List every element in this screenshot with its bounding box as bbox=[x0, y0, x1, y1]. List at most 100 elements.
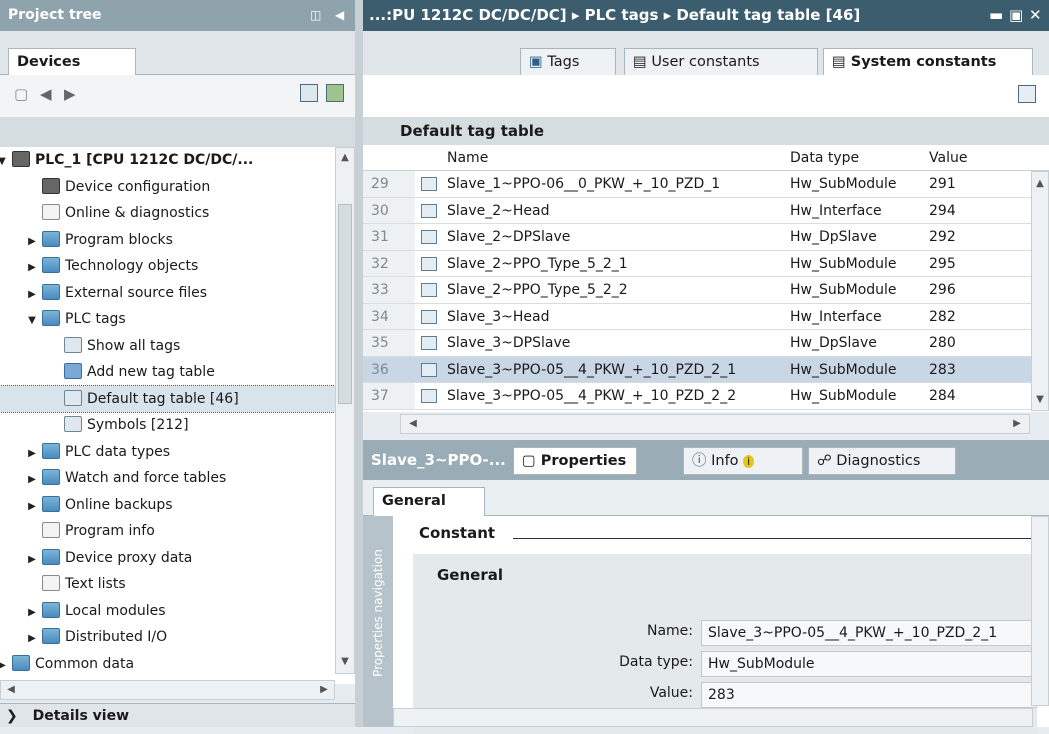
collapsed-arrow-icon[interactable]: ▶ bbox=[26, 467, 38, 493]
overview-icon[interactable] bbox=[300, 84, 318, 102]
pin-icon[interactable]: ◫ bbox=[310, 0, 321, 31]
table-scroll-right-icon[interactable]: ▶ bbox=[1009, 416, 1025, 432]
constant-icon bbox=[421, 309, 437, 324]
options-icon[interactable] bbox=[1018, 85, 1036, 103]
table-scroll-up-icon[interactable]: ▲ bbox=[1032, 176, 1048, 192]
tree-item[interactable]: ▶ Technology objects bbox=[0, 253, 335, 279]
tab-info[interactable]: ⓘ Info i bbox=[683, 447, 803, 475]
tree-item[interactable]: Symbols [212] bbox=[0, 412, 335, 438]
tab-user-constants[interactable]: ▤ User constants bbox=[624, 48, 818, 76]
tree-item[interactable]: ▶ Local modules bbox=[0, 598, 335, 624]
table-row[interactable]: 30 Slave_2~Head Hw_Interface 294 bbox=[363, 197, 1043, 224]
table-scroll-down-icon[interactable]: ▼ bbox=[1032, 392, 1048, 408]
scroll-up-icon[interactable]: ▲ bbox=[337, 150, 353, 166]
editor-tabs: ▣ Tags ▤ User constants ▤ System constan… bbox=[363, 31, 1049, 76]
header-value[interactable]: Value bbox=[929, 145, 967, 170]
tree-item[interactable]: ▶ Common data bbox=[0, 651, 335, 677]
properties-navigation-bar[interactable]: Properties navigation bbox=[363, 516, 393, 727]
constant-icon bbox=[421, 203, 437, 218]
minimize-icon[interactable]: ▬ bbox=[989, 0, 1003, 31]
tab-general[interactable]: General bbox=[373, 487, 485, 517]
folder-icon bbox=[42, 230, 60, 247]
collapsed-arrow-icon[interactable]: ▶ bbox=[0, 653, 8, 679]
new-icon[interactable]: ▢ bbox=[14, 85, 28, 103]
table-row[interactable]: 35 Slave_3~DPSlave Hw_DpSlave 280 bbox=[363, 330, 1043, 357]
value-field[interactable]: 283 bbox=[701, 682, 1037, 708]
collapsed-arrow-icon[interactable]: ▶ bbox=[26, 626, 38, 652]
name-field[interactable]: Slave_3~PPO-05__4_PKW_+_10_PZD_2_1 bbox=[701, 620, 1037, 646]
tree-horizontal-scrollbar[interactable]: ◀ ▶ bbox=[0, 680, 335, 700]
table-row[interactable]: 29 Slave_1~PPO-06__0_PKW_+_10_PZD_1 Hw_Sub… bbox=[363, 171, 1043, 198]
collapsed-arrow-icon[interactable]: ▶ bbox=[26, 547, 38, 573]
forward-icon[interactable]: ▶ bbox=[64, 85, 76, 103]
table-scroll-left-icon[interactable]: ◀ bbox=[405, 416, 421, 432]
table-row[interactable]: 32 Slave_2~PPO_Type_5_2_1 Hw_SubModule 295 bbox=[363, 250, 1043, 277]
tab-system-constants[interactable]: ▤ System constants bbox=[823, 48, 1033, 76]
data-type-field[interactable]: Hw_SubModule bbox=[701, 651, 1037, 677]
scroll-left-icon[interactable]: ◀ bbox=[3, 682, 19, 698]
expanded-arrow-icon[interactable]: ▼ bbox=[26, 308, 38, 334]
collapsed-arrow-icon[interactable]: ▶ bbox=[26, 600, 38, 626]
header-data-type[interactable]: Data type bbox=[790, 145, 859, 170]
tree-item[interactable]: ▶ Distributed I/O bbox=[0, 624, 335, 650]
back-icon[interactable]: ◀ bbox=[40, 85, 52, 103]
tag-data-type: Hw_DpSlave bbox=[790, 335, 877, 351]
tree-item[interactable]: ▶ Device proxy data bbox=[0, 545, 335, 571]
tab-diagnostics[interactable]: ☍ Diagnostics bbox=[808, 447, 956, 475]
expanded-arrow-icon[interactable]: ▼ bbox=[0, 149, 8, 175]
tree-item[interactable]: Device configuration bbox=[0, 174, 335, 200]
tree-vertical-scrollbar[interactable]: ▲ ▼ bbox=[335, 147, 355, 674]
tree-item[interactable]: Default tag table [46] bbox=[0, 384, 336, 413]
table-row[interactable]: 33 Slave_2~PPO_Type_5_2_2 Hw_SubModule 296 bbox=[363, 277, 1043, 304]
table-horizontal-scrollbar[interactable]: ◀ ▶ bbox=[400, 414, 1030, 434]
table-row[interactable]: 37 Slave_3~PPO-05__4_PKW_+_10_PZD_2_2 Hw_S… bbox=[363, 383, 1043, 410]
collapsed-arrow-icon[interactable]: ▶ bbox=[26, 255, 38, 281]
tree-item-label: PLC_1 [CPU 1212C DC/DC/... bbox=[35, 152, 254, 168]
scroll-thumb[interactable] bbox=[338, 204, 352, 404]
tab-tags[interactable]: ▣ Tags bbox=[520, 48, 616, 76]
tree-item[interactable]: ▶ Watch and force tables bbox=[0, 465, 335, 491]
tree-item[interactable]: Program info bbox=[0, 518, 335, 544]
table-row[interactable]: 36 Slave_3~PPO-05__4_PKW_+_10_PZD_2_1 Hw_S… bbox=[363, 356, 1043, 383]
table-row[interactable]: 31 Slave_2~DPSlave Hw_DpSlave 292 bbox=[363, 224, 1043, 251]
left-spacer bbox=[0, 117, 355, 147]
header-name[interactable]: Name bbox=[447, 145, 488, 170]
properties-horizontal-scrollbar[interactable] bbox=[393, 708, 1033, 727]
tree-item[interactable]: ▼ PLC_1 [CPU 1212C DC/DC/... bbox=[0, 147, 335, 173]
cpu-icon bbox=[12, 151, 30, 167]
tree-item[interactable]: ▶ PLC data types bbox=[0, 439, 335, 465]
properties-vertical-scrollbar[interactable] bbox=[1031, 516, 1049, 706]
collapse-left-icon[interactable]: ◀ bbox=[335, 0, 344, 31]
collapsed-arrow-icon[interactable]: ▶ bbox=[26, 229, 38, 255]
close-icon[interactable]: ✕ bbox=[1029, 0, 1042, 31]
section-divider bbox=[513, 538, 1033, 539]
tree-item[interactable]: Online & diagnostics bbox=[0, 200, 335, 226]
collapsed-arrow-icon[interactable]: ▶ bbox=[26, 282, 38, 308]
tree-item[interactable]: Text lists bbox=[0, 571, 335, 597]
tree-item[interactable]: Show all tags bbox=[0, 333, 335, 359]
scroll-down-icon[interactable]: ▼ bbox=[337, 654, 353, 670]
scroll-right-icon[interactable]: ▶ bbox=[316, 682, 332, 698]
collapsed-arrow-icon[interactable]: ▶ bbox=[26, 441, 38, 467]
tag-value: 280 bbox=[929, 335, 956, 351]
table-vertical-scrollbar[interactable]: ▲ ▼ bbox=[1031, 171, 1049, 411]
tree-item[interactable]: ▶ External source files bbox=[0, 280, 335, 306]
tree-item[interactable]: ▶ Program blocks bbox=[0, 227, 335, 253]
device-view-icon[interactable] bbox=[326, 84, 344, 102]
table-row[interactable]: 34 Slave_3~Head Hw_Interface 282 bbox=[363, 303, 1043, 330]
tree-item-label: Default tag table [46] bbox=[87, 390, 239, 407]
tag-name: Slave_1~PPO-06__0_PKW_+_10_PZD_1 bbox=[447, 176, 721, 192]
folder-icon bbox=[12, 654, 30, 671]
splitter[interactable] bbox=[355, 0, 363, 727]
restore-icon[interactable]: ▣ bbox=[1009, 0, 1023, 31]
tab-properties[interactable]: ▢ Properties bbox=[513, 447, 637, 475]
tag-value: 283 bbox=[929, 361, 956, 378]
tab-devices[interactable]: Devices bbox=[8, 48, 136, 76]
editor-header: ...:PU 1212C DC/DC/DC] ▸ PLC tags ▸ Defa… bbox=[363, 0, 1049, 31]
collapsed-arrow-icon[interactable]: ▶ bbox=[26, 494, 38, 520]
details-view-bar[interactable]: ❯ Details view bbox=[0, 703, 355, 727]
tree-item[interactable]: Add new tag table bbox=[0, 359, 335, 385]
row-number: 31 bbox=[371, 229, 389, 245]
tree-item[interactable]: ▶ Online backups bbox=[0, 492, 335, 518]
tree-item[interactable]: ▼ PLC tags bbox=[0, 306, 335, 332]
